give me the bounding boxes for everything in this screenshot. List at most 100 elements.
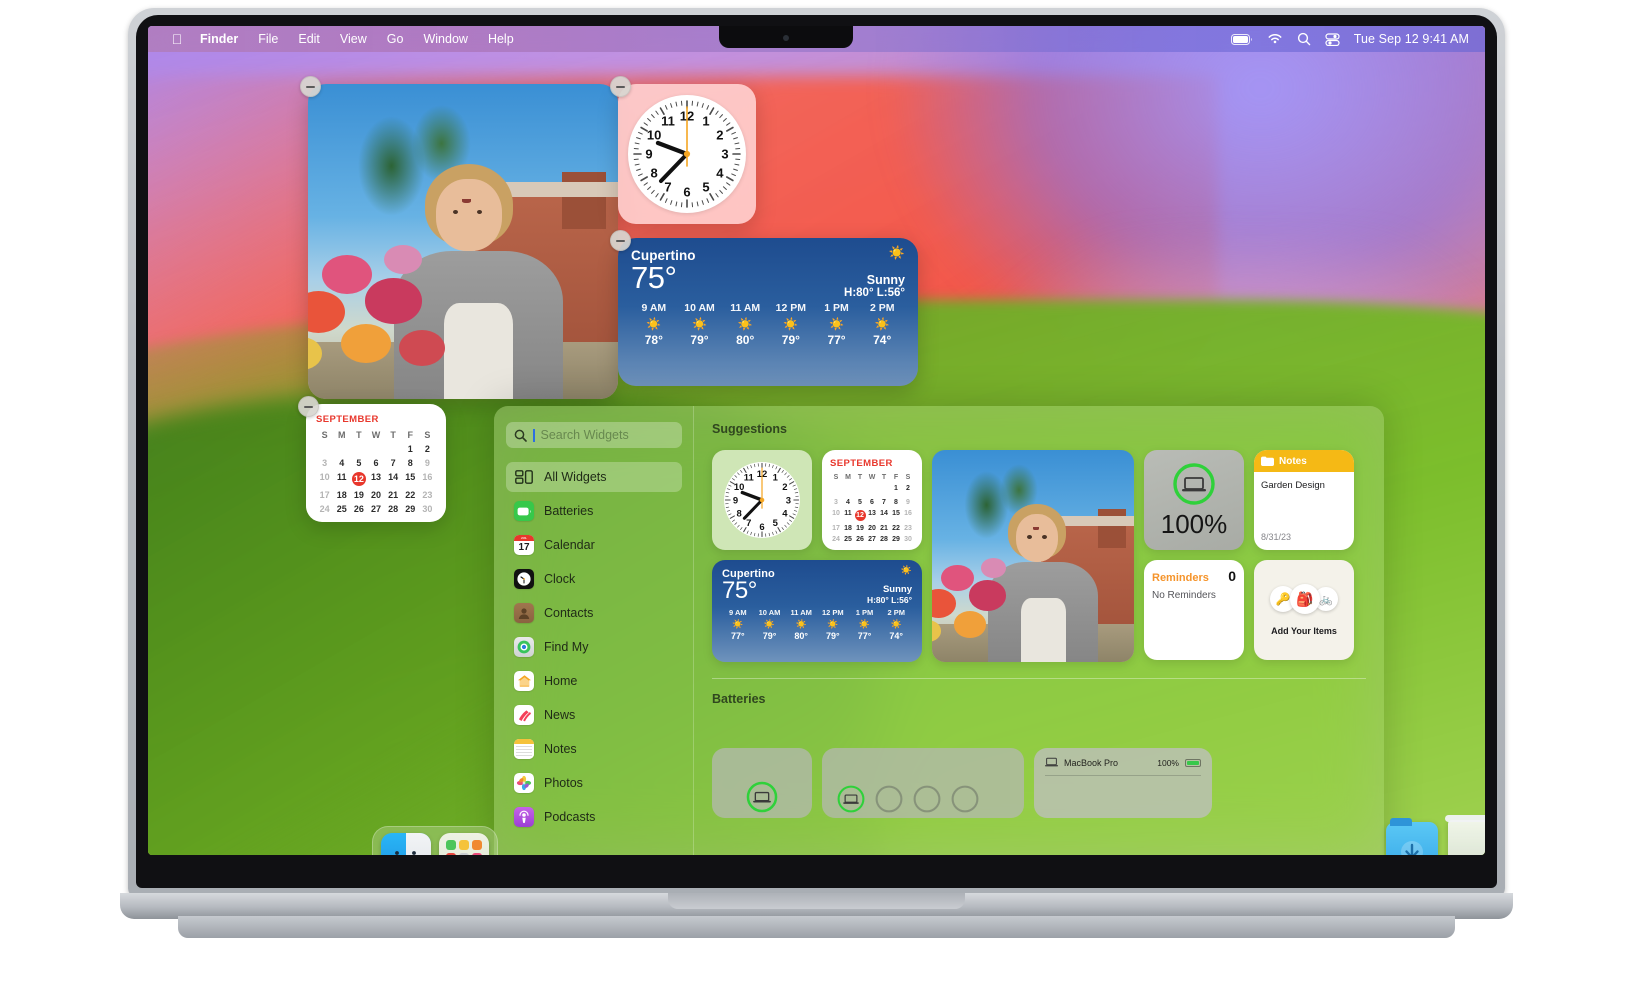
calendar-day[interactable]: 15 (890, 510, 902, 521)
desktop-clock-widget[interactable]: 1 2 3 4 5 6 7 8 9 10 11 12 (610, 76, 756, 224)
suggestion-find-my-widget[interactable]: 🔑 🎒 🚲 Add Your Items (1254, 560, 1354, 660)
calendar-day[interactable]: 21 (878, 525, 890, 532)
calendar-day[interactable]: 4 (842, 499, 854, 506)
calendar-day[interactable]: 6 (367, 458, 384, 468)
calendar-day[interactable]: 2 (419, 444, 436, 454)
suggestion-calendar-widget[interactable]: SEPTEMBER SMTWTFS 1 2 3 4 5 6 7 8 9 10 11 12 13 14 15 1… (822, 450, 922, 550)
calendar-day[interactable]: 5 (350, 458, 367, 468)
calendar-day[interactable]: 23 (419, 490, 436, 500)
menu-item-finder[interactable]: Finder (190, 26, 248, 52)
sidebar-item-contacts[interactable]: Contacts (506, 598, 682, 628)
sidebar-item-podcasts[interactable]: Podcasts (506, 802, 682, 832)
calendar-day[interactable]: 12 (350, 472, 367, 486)
desktop-weather-widget[interactable]: Cupertino 75° ☀️ Sunny H:80° L:56° 9 AM ☀… (610, 230, 918, 386)
calendar-day[interactable]: 28 (385, 504, 402, 514)
sidebar-item-notes[interactable]: Notes (506, 734, 682, 764)
calendar-day[interactable]: 26 (350, 504, 367, 514)
remove-widget-button[interactable] (298, 396, 319, 417)
calendar-day[interactable]: 27 (367, 504, 384, 514)
calendar-day[interactable]: 28 (878, 536, 890, 543)
calendar-today[interactable]: 12 (351, 472, 366, 486)
remove-widget-button[interactable] (610, 76, 631, 97)
apple-menu-icon[interactable]:  (164, 32, 190, 46)
launchpad-icon[interactable] (439, 833, 489, 855)
calendar-day[interactable]: 20 (367, 490, 384, 500)
calendar-day[interactable]: 4 (333, 458, 350, 468)
calendar-day[interactable]: 18 (333, 490, 350, 500)
calendar-day[interactable]: 10 (830, 510, 842, 521)
battery-widget-large[interactable]: MacBook Pro 100% (1034, 748, 1212, 818)
calendar-day[interactable]: 20 (866, 525, 878, 532)
calendar-day[interactable]: 25 (333, 504, 350, 514)
battery-widget-small[interactable] (712, 748, 812, 818)
calendar-day[interactable]: 7 (385, 458, 402, 468)
menu-item-file[interactable]: File (248, 26, 288, 52)
search-icon[interactable] (1297, 32, 1311, 46)
menu-item-help[interactable]: Help (478, 26, 524, 52)
calendar-day[interactable]: 16 (419, 472, 436, 486)
calendar-day[interactable]: 8 (402, 458, 419, 468)
calendar-day[interactable]: 18 (842, 525, 854, 532)
calendar-day[interactable]: 13 (367, 472, 384, 486)
remove-widget-button[interactable] (300, 76, 321, 97)
sidebar-item-clock[interactable]: Clock (506, 564, 682, 594)
menu-item-edit[interactable]: Edit (288, 26, 330, 52)
sidebar-item-find-my[interactable]: Find My (506, 632, 682, 662)
calendar-day[interactable]: 8 (890, 499, 902, 506)
calendar-day[interactable]: 3 (830, 499, 842, 506)
sidebar-item-photos[interactable]: Photos (506, 768, 682, 798)
control-center-icon[interactable] (1325, 32, 1340, 46)
suggestion-reminders-widget[interactable]: Reminders 0 No Reminders (1144, 560, 1244, 660)
calendar-day[interactable]: 11 (842, 510, 854, 521)
calendar-day[interactable]: 7 (878, 499, 890, 506)
downloads-folder-icon[interactable] (1386, 818, 1438, 855)
calendar-day[interactable]: 21 (385, 490, 402, 500)
suggestion-notes-widget[interactable]: Notes Garden Design 8/31/23 (1254, 450, 1354, 550)
wifi-icon[interactable] (1267, 33, 1283, 45)
battery-icon[interactable] (1230, 33, 1253, 45)
calendar-day[interactable]: 1 (402, 444, 419, 454)
sidebar-item-calendar[interactable]: JUL 17 Calendar (506, 530, 682, 560)
sidebar-item-all-widgets[interactable]: All Widgets (506, 462, 682, 492)
calendar-day[interactable]: 27 (866, 536, 878, 543)
finder-icon[interactable] (381, 833, 431, 855)
calendar-day[interactable]: 6 (866, 499, 878, 506)
calendar-day[interactable]: 13 (866, 510, 878, 521)
calendar-day[interactable]: 22 (402, 490, 419, 500)
calendar-day[interactable]: 15 (402, 472, 419, 486)
suggestion-batteries-widget[interactable]: 100% (1144, 450, 1244, 550)
trash-icon[interactable] (1445, 815, 1485, 855)
calendar-day[interactable]: 19 (350, 490, 367, 500)
calendar-day[interactable]: 9 (419, 458, 436, 468)
calendar-day[interactable]: 14 (385, 472, 402, 486)
suggestion-clock-widget[interactable]: 1 2 3 4 5 6 7 8 9 10 11 12 (712, 450, 812, 550)
menu-item-window[interactable]: Window (413, 26, 477, 52)
calendar-day[interactable]: 16 (902, 510, 914, 521)
desktop-photos-widget[interactable] (300, 76, 618, 399)
calendar-day[interactable]: 29 (402, 504, 419, 514)
calendar-day[interactable]: 19 (854, 525, 866, 532)
calendar-day[interactable]: 24 (316, 504, 333, 514)
sidebar-item-batteries[interactable]: Batteries (506, 496, 682, 526)
sidebar-item-news[interactable]: News (506, 700, 682, 730)
calendar-day[interactable]: 10 (316, 472, 333, 486)
calendar-day[interactable]: 3 (316, 458, 333, 468)
menu-item-view[interactable]: View (330, 26, 377, 52)
calendar-day[interactable]: 14 (878, 510, 890, 521)
calendar-day[interactable]: 23 (902, 525, 914, 532)
calendar-day[interactable]: 2 (902, 485, 914, 495)
calendar-day[interactable]: 30 (902, 536, 914, 543)
sidebar-item-home[interactable]: Home (506, 666, 682, 696)
calendar-day[interactable]: 25 (842, 536, 854, 543)
calendar-day[interactable]: 17 (830, 525, 842, 532)
calendar-day[interactable]: 26 (854, 536, 866, 543)
remove-widget-button[interactable] (610, 230, 631, 251)
battery-widget-medium[interactable] (822, 748, 1024, 818)
calendar-day[interactable]: 9 (902, 499, 914, 506)
calendar-today[interactable]: 12 (854, 510, 866, 521)
calendar-day[interactable]: 24 (830, 536, 842, 543)
suggestion-photos-widget[interactable] (932, 450, 1134, 662)
calendar-day[interactable]: 22 (890, 525, 902, 532)
calendar-day[interactable]: 5 (854, 499, 866, 506)
calendar-day[interactable]: 29 (890, 536, 902, 543)
